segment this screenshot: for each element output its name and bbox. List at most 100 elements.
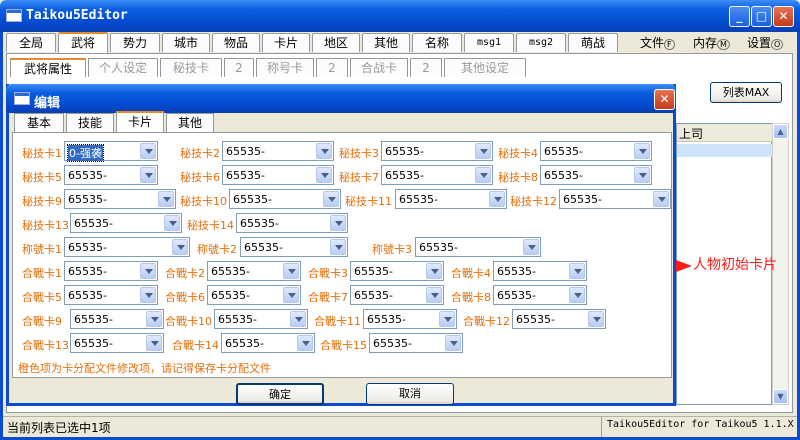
chevron-down-icon[interactable] xyxy=(426,263,442,279)
card-select[interactable]: 65535- xyxy=(559,189,671,209)
list-header[interactable]: 上司 xyxy=(677,124,772,142)
chevron-down-icon[interactable] xyxy=(140,287,156,303)
main-tab-2[interactable]: 武将 xyxy=(58,32,108,53)
menu-memory[interactable]: 内存 M xyxy=(693,34,730,51)
chevron-down-icon[interactable] xyxy=(426,287,442,303)
chevron-down-icon[interactable] xyxy=(140,167,156,183)
chevron-down-icon[interactable] xyxy=(523,239,539,255)
close-button[interactable]: ✕ xyxy=(773,6,794,27)
card-select[interactable]: 65535- xyxy=(222,165,334,185)
card-select[interactable]: 65535- xyxy=(64,285,158,305)
sub-tab-8[interactable]: 2 xyxy=(410,58,442,77)
main-tab-12[interactable]: 萌战 xyxy=(568,33,618,52)
main-tab-9[interactable]: 名称 xyxy=(412,33,462,52)
chevron-down-icon[interactable] xyxy=(569,287,585,303)
main-tab-5[interactable]: 物品 xyxy=(212,33,260,52)
card-select[interactable]: 65535- xyxy=(207,285,301,305)
chevron-down-icon[interactable] xyxy=(445,335,461,351)
card-select[interactable]: 65535- xyxy=(540,165,652,185)
card-select[interactable]: 0-强袭 xyxy=(64,141,158,162)
card-select[interactable]: 65535- xyxy=(70,309,164,329)
cancel-button[interactable]: 取消 xyxy=(366,383,454,405)
main-tab-1[interactable]: 全局 xyxy=(6,33,56,52)
main-tab-6[interactable]: 卡片 xyxy=(262,33,310,52)
chevron-down-icon[interactable] xyxy=(330,239,346,255)
sub-tab-9[interactable]: 其他设定 xyxy=(444,58,526,77)
card-select[interactable]: 65535- xyxy=(214,309,308,329)
chevron-down-icon[interactable] xyxy=(634,167,650,183)
chevron-down-icon[interactable] xyxy=(164,215,180,231)
sub-tab-6[interactable]: 2 xyxy=(316,58,348,77)
chevron-down-icon[interactable] xyxy=(475,143,491,159)
scroll-down-icon[interactable]: ▼ xyxy=(773,389,788,404)
chevron-down-icon[interactable] xyxy=(323,191,339,207)
card-select[interactable]: 65535- xyxy=(540,141,652,161)
list-selected-row[interactable] xyxy=(677,144,772,157)
chevron-down-icon[interactable] xyxy=(297,335,313,351)
card-select[interactable]: 65535- xyxy=(369,333,463,353)
chevron-down-icon[interactable] xyxy=(316,167,332,183)
main-tab-7[interactable]: 地区 xyxy=(312,33,360,52)
card-select[interactable]: 65535- xyxy=(415,237,541,257)
chevron-down-icon[interactable] xyxy=(588,311,604,327)
main-tab-10[interactable]: msg1 xyxy=(464,33,514,52)
chevron-down-icon[interactable] xyxy=(290,311,306,327)
chevron-down-icon[interactable] xyxy=(316,143,332,159)
chevron-down-icon[interactable] xyxy=(140,263,156,279)
card-select[interactable]: 65535- xyxy=(236,213,348,233)
dialog-tab-2[interactable]: 技能 xyxy=(66,113,114,133)
chevron-down-icon[interactable] xyxy=(330,215,346,231)
card-select[interactable]: 65535- xyxy=(493,285,587,305)
main-tab-4[interactable]: 城市 xyxy=(162,33,210,52)
card-select[interactable]: 65535- xyxy=(222,141,334,161)
menu-settings[interactable]: 设置 O xyxy=(747,34,784,51)
main-tab-11[interactable]: msg2 xyxy=(516,33,566,52)
card-select[interactable]: 65535- xyxy=(64,189,176,209)
card-select[interactable]: 65535- xyxy=(64,165,158,185)
chevron-down-icon[interactable] xyxy=(653,191,669,207)
dialog-tab-3[interactable]: 卡片 xyxy=(116,111,164,133)
sub-tab-2[interactable]: 个人设定 xyxy=(88,58,158,77)
card-select[interactable]: 65535- xyxy=(240,237,348,257)
card-select[interactable]: 65535- xyxy=(229,189,341,209)
chevron-down-icon[interactable] xyxy=(158,191,174,207)
chevron-down-icon[interactable] xyxy=(140,143,156,159)
chevron-down-icon[interactable] xyxy=(569,263,585,279)
dialog-close-button[interactable]: ✕ xyxy=(654,89,675,110)
ok-button[interactable]: 确定 xyxy=(236,383,324,405)
chevron-down-icon[interactable] xyxy=(146,335,162,351)
card-select[interactable]: 65535- xyxy=(64,261,158,281)
list-max-button[interactable]: 列表MAX xyxy=(710,82,782,103)
minimize-button[interactable]: _ xyxy=(729,6,750,27)
sub-tab-3[interactable]: 秘技卡 xyxy=(160,58,222,77)
maximize-button[interactable]: □ xyxy=(751,6,772,27)
sub-tab-5[interactable]: 称号卡 xyxy=(256,58,314,77)
card-select[interactable]: 65535- xyxy=(221,333,315,353)
card-select[interactable]: 65535- xyxy=(395,189,507,209)
chevron-down-icon[interactable] xyxy=(146,311,162,327)
dialog-tab-4[interactable]: 其他 xyxy=(166,113,214,133)
chevron-down-icon[interactable] xyxy=(489,191,505,207)
chevron-down-icon[interactable] xyxy=(172,239,188,255)
card-select[interactable]: 65535- xyxy=(512,309,606,329)
card-select[interactable]: 65535- xyxy=(381,165,493,185)
card-select[interactable]: 65535- xyxy=(207,261,301,281)
card-select[interactable]: 65535- xyxy=(381,141,493,161)
main-tab-8[interactable]: 其他 xyxy=(362,33,410,52)
card-select[interactable]: 65535- xyxy=(363,309,457,329)
menu-file[interactable]: 文件 F xyxy=(640,34,675,51)
sub-tab-4[interactable]: 2 xyxy=(224,58,254,77)
card-select[interactable]: 65535- xyxy=(493,261,587,281)
chevron-down-icon[interactable] xyxy=(283,287,299,303)
card-select[interactable]: 65535- xyxy=(64,237,190,257)
sub-tab-7[interactable]: 合战卡 xyxy=(350,58,408,77)
card-select[interactable]: 65535- xyxy=(70,333,164,353)
dialog-tab-1[interactable]: 基本 xyxy=(14,113,64,133)
chevron-down-icon[interactable] xyxy=(634,143,650,159)
chevron-down-icon[interactable] xyxy=(283,263,299,279)
card-select[interactable]: 65535- xyxy=(350,261,444,281)
card-select[interactable]: 65535- xyxy=(350,285,444,305)
sub-tab-1[interactable]: 武将属性 xyxy=(10,58,86,77)
chevron-down-icon[interactable] xyxy=(439,311,455,327)
card-select[interactable]: 65535- xyxy=(70,213,182,233)
